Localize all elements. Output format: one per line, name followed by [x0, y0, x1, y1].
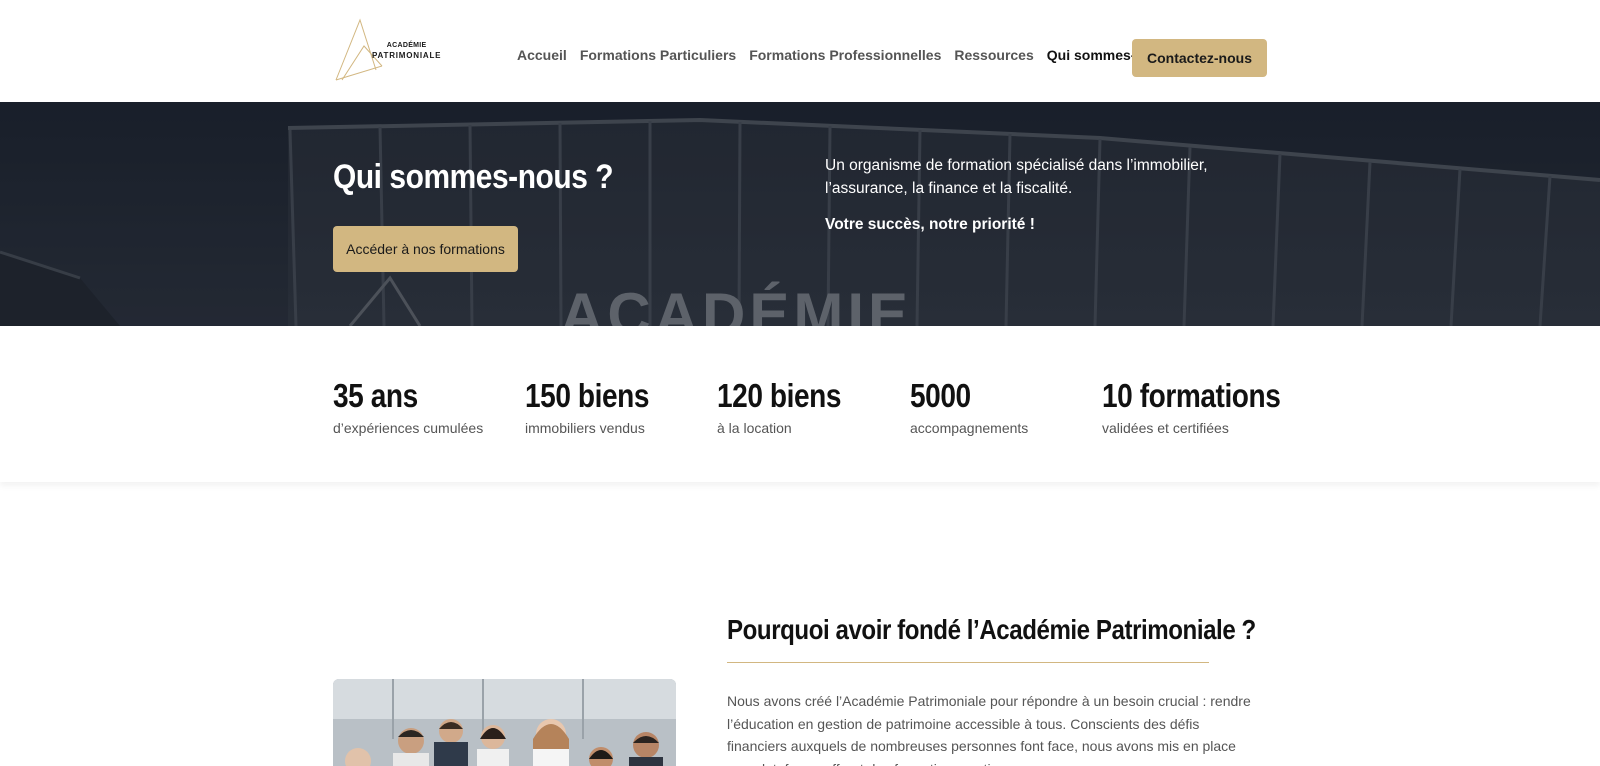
title-underline [727, 662, 1209, 663]
hero-description: Un organisme de formation spécialisé dan… [825, 157, 1208, 197]
page-title: Qui sommes-nous ? [333, 158, 614, 196]
logo-line-2: PATRIMONIALE [372, 51, 442, 60]
team-photo [333, 679, 676, 766]
hero-tagline: Votre succès, notre priorité ! [825, 216, 1035, 233]
stat-label: à la location [717, 420, 792, 436]
stat-label: immobiliers vendus [525, 420, 645, 436]
logo-line-1: ACADÉMIE [386, 42, 427, 49]
stat-item: 150 biens immobiliers vendus [525, 376, 671, 436]
main-nav: Accueil Formations Particuliers Formatio… [517, 47, 1194, 63]
stat-item: 5000 accompagnements [910, 376, 1028, 436]
stat-value: 120 biens [717, 377, 842, 414]
stat-value: 150 biens [525, 377, 650, 414]
nav-ressources[interactable]: Ressources [954, 47, 1033, 63]
site-logo[interactable]: ACADÉMIE PATRIMONIALE [334, 18, 441, 82]
nav-formations-professionnelles[interactable]: Formations Professionnelles [749, 47, 941, 63]
stat-value: 10 formations [1102, 377, 1281, 414]
nav-formations-particuliers[interactable]: Formations Particuliers [580, 47, 736, 63]
stat-item: 10 formations validées et certifiées [1102, 376, 1312, 436]
stat-item: 120 biens à la location [717, 376, 863, 436]
stat-value: 5000 [910, 377, 971, 414]
stat-label: d’expériences cumulées [333, 420, 484, 436]
hero-sign-text: ACADÉMIE [560, 281, 913, 326]
nav-accueil[interactable]: Accueil [517, 47, 567, 63]
about-paragraph: Nous avons créé l’Académie Patrimoniale … [727, 693, 1251, 766]
stat-label: validées et certifiées [1102, 420, 1229, 436]
access-formations-button[interactable]: Accéder à nos formations [333, 226, 518, 272]
site-header: ACADÉMIE PATRIMONIALE Accueil Formations… [0, 0, 1600, 102]
team-photo-image [333, 679, 676, 766]
about-title: Pourquoi avoir fondé l’Académie Patrimon… [727, 614, 1256, 645]
stats-band: 35 ans d’expériences cumulées 150 biens … [0, 326, 1600, 482]
stat-label: accompagnements [910, 420, 1029, 436]
stat-value: 35 ans [333, 377, 418, 414]
hero-banner: ACADÉMIE Qui sommes-nous ? Accéder à nos… [0, 102, 1600, 326]
logo-wordmark: ACADÉMIE PATRIMONIALE [372, 41, 441, 61]
contact-button[interactable]: Contactez-nous [1132, 39, 1267, 77]
stat-item: 35 ans d’expériences cumulées [333, 376, 483, 436]
